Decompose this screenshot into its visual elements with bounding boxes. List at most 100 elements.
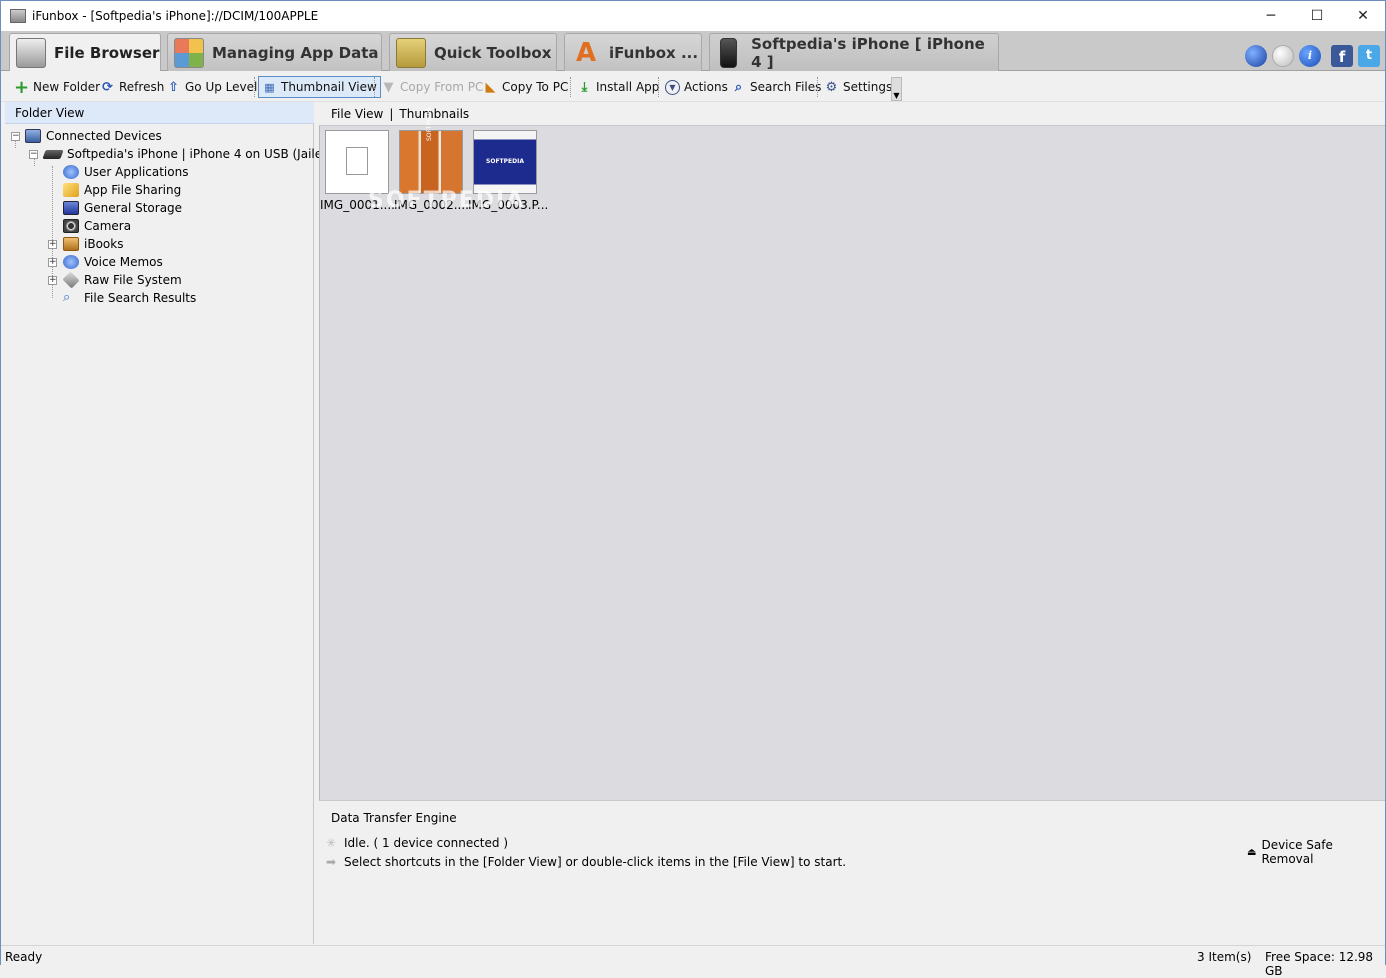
copy-to-pc-label: Copy To PC [502,80,569,94]
actions-label: Actions [684,80,728,94]
close-button[interactable]: ✕ [1340,1,1386,31]
tree-label: User Applications [84,165,189,179]
minimize-button[interactable]: ─ [1248,1,1294,31]
file-view-header: File View | Thumbnails [319,102,1385,126]
tab-label: Quick Toolbox [434,43,552,62]
tab-quick-toolbox[interactable]: Quick Toolbox [389,33,557,71]
copy-from-pc-button[interactable]: ▼ Copy From PC [378,76,486,98]
raw-fs-icon [62,271,80,289]
new-folder-button[interactable]: + New Folder [11,76,103,98]
data-transfer-pane: Data Transfer Engine ✳ Idle. ( 1 device … [319,800,1385,944]
tree-item-ibooks[interactable]: iBooks [63,235,123,253]
expand-toggle[interactable]: + [48,240,57,249]
transfer-status-text: Idle. ( 1 device connected ) [344,836,509,850]
tab-ifunbox-store[interactable]: iFunbox ... [564,33,702,71]
tab-file-browser[interactable]: File Browser [9,33,161,72]
copy-from-pc-icon: ▼ [383,79,394,95]
spinner-icon: ✳ [326,835,337,850]
tree-item-raw-file-system[interactable]: Raw File System [62,271,182,289]
search-results-icon: ⌕ [63,290,71,305]
tree-label: Camera [84,219,132,233]
arrow-right-icon: ➡ [326,854,337,869]
settings-button[interactable]: ⚙ Settings [821,76,895,98]
settings-label: Settings [843,80,893,94]
globe-icon[interactable] [1245,45,1267,67]
device-safe-removal-button[interactable]: ⏏ Device Safe Removal [1247,838,1385,866]
actions-button[interactable]: ▼ Actions [662,76,731,98]
globe-icon [63,165,79,179]
sync-icon[interactable] [1272,45,1294,67]
eject-icon: ⏏ [1247,846,1257,858]
tab-device[interactable]: Softpedia's iPhone [ iPhone 4 ] [709,33,999,71]
expand-toggle[interactable]: + [48,276,57,285]
main-tab-strip: File Browser Managing App Data Quick Too… [1,31,1385,72]
tree-item-app-file-sharing[interactable]: App File Sharing [63,181,181,199]
tree-item-camera[interactable]: Camera [63,217,131,235]
thumbnail-view-label: Thumbnail View [281,80,377,94]
tree-item-user-applications[interactable]: User Applications [63,163,188,181]
copy-to-pc-icon: ◣ [485,79,496,95]
tree-label: iBooks [84,237,124,251]
watermark: SOFTPEDIA [368,188,526,213]
actions-icon: ▼ [665,79,680,95]
transfer-hint: ➡ Select shortcuts in the [Folder View] … [326,855,846,869]
image-thumbnail: SOFTPEDIA [473,130,537,194]
computer-icon [25,129,41,143]
tree-item-general-storage[interactable]: General Storage [63,199,182,217]
transfer-status: ✳ Idle. ( 1 device connected ) [326,836,508,850]
tree-item-connected-devices[interactable]: Connected Devices [25,127,162,145]
tree-item-file-search-results[interactable]: ⌕ File Search Results [63,289,196,307]
toolbar-separator [254,77,255,97]
maximize-button[interactable]: ☐ [1294,1,1340,31]
expand-toggle[interactable]: + [48,258,57,267]
tree-item-device[interactable]: Softpedia's iPhone | iPhone 4 on USB (Ja… [42,145,334,163]
go-up-level-button[interactable]: ⇧ Go Up Level [163,76,260,98]
toolbar-separator [817,77,818,97]
app-store-icon [571,38,601,68]
refresh-button[interactable]: ⟳ Refresh [97,76,167,98]
search-files-button[interactable]: ⌕ Search Files [728,76,824,98]
tree-item-voice-memos[interactable]: Voice Memos [63,253,163,271]
tab-label: Softpedia's iPhone [ iPhone 4 ] [751,34,985,71]
collapse-toggle[interactable]: − [11,132,20,141]
install-app-button[interactable]: ⤓ Install App [574,76,662,98]
safe-removal-label: Device Safe Removal [1261,838,1333,866]
tree-label: General Storage [84,201,183,215]
app-grid-icon [174,37,204,68]
arrow-up-icon: ⇧ [168,79,179,95]
window-title: iFunbox - [Softpedia's iPhone]://DCIM/10… [32,9,319,23]
image-thumbnail: SOFTPEDIA [399,108,463,194]
camera-icon [63,219,79,233]
folder-share-icon [63,183,79,197]
twitter-icon[interactable]: t [1358,45,1380,67]
go-up-label: Go Up Level [185,80,258,94]
status-bar: Ready 3 Item(s) Free Space: 12.98 GB [1,945,1385,978]
status-free-space: Free Space: 12.98 GB [1265,950,1374,978]
tab-managing-app-data[interactable]: Managing App Data [167,33,382,71]
toolbar-overflow-button[interactable]: ▼ [891,77,902,101]
chevron-down-icon: ▼ [893,91,900,100]
tree-label: Raw File System [84,273,182,287]
new-folder-label: New Folder [33,80,101,94]
grid-view-icon: ▦ [264,80,275,94]
collapse-toggle[interactable]: − [29,150,38,159]
tab-label: File Browser [54,44,160,62]
status-item-count: 3 Item(s) [1197,950,1252,964]
fun-logo-icon [16,38,46,68]
facebook-icon[interactable]: f [1331,45,1353,67]
info-icon[interactable]: i [1299,45,1321,67]
tab-label: Managing App Data [212,43,379,62]
search-files-label: Search Files [750,80,822,94]
storage-icon [63,201,79,215]
transfer-header: Data Transfer Engine [331,811,457,825]
file-thumbnail-area[interactable]: IMG_0001.... SOFTPEDIA IMG_0002.... SOFT… [319,108,1385,800]
refresh-icon: ⟳ [102,79,113,95]
tree-label: App File Sharing [84,183,182,197]
header-separator: | [389,106,394,121]
copy-to-pc-button[interactable]: ◣ Copy To PC [480,76,571,98]
folder-view-header: Folder View [5,102,314,124]
toolbox-icon [396,37,426,68]
thumbnail-view-button[interactable]: ▦ Thumbnail View [258,76,381,98]
app-icon [10,9,26,23]
generic-file-icon [325,130,389,194]
